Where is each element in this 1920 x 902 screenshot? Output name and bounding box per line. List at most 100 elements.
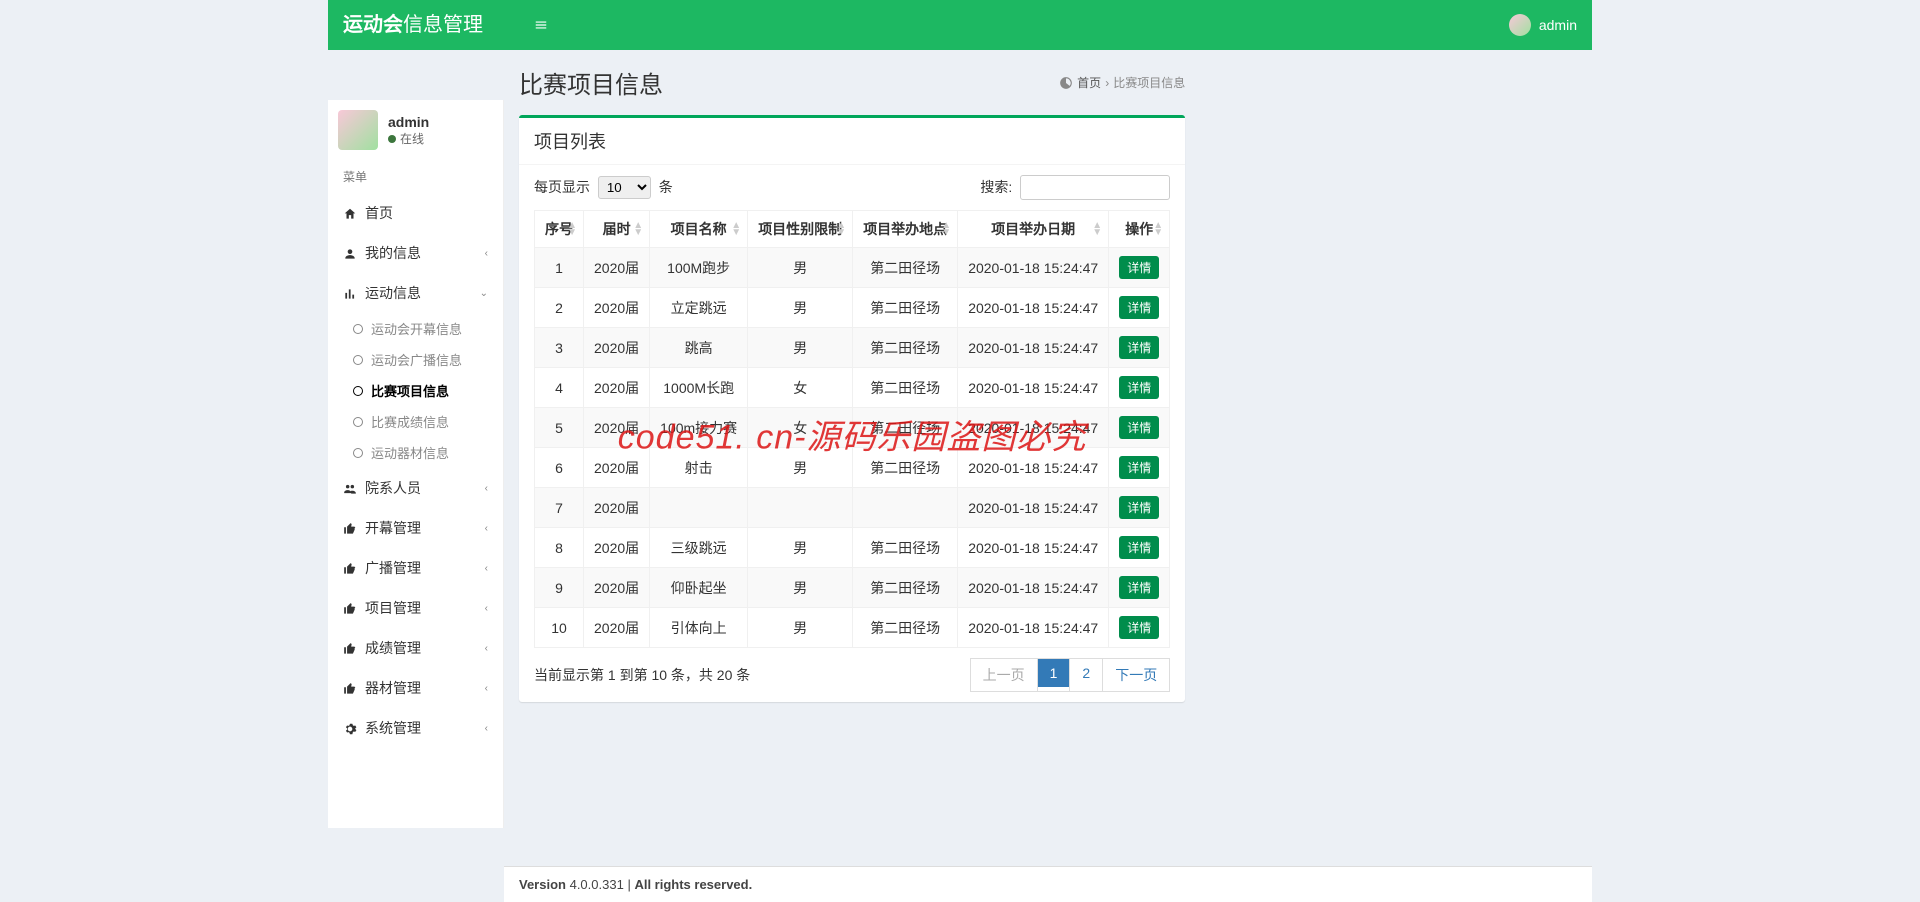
cell-name: 三级跳远	[650, 528, 748, 568]
column-header[interactable]: 届时▲▼	[584, 211, 650, 248]
header-username: admin	[1539, 17, 1577, 33]
thumb-icon	[343, 680, 357, 696]
thumb-icon	[343, 640, 357, 656]
detail-button[interactable]: 详情	[1119, 536, 1159, 559]
sidebar-subitem-broadcast[interactable]: 运动会广播信息	[328, 344, 503, 375]
chevron-left-icon: ‹	[485, 683, 488, 694]
circle-icon	[353, 355, 363, 365]
cell-name: 立定跳远	[650, 288, 748, 328]
chevron-down-icon: ⌄	[480, 288, 488, 299]
header-user-menu[interactable]: admin	[1509, 14, 1577, 36]
column-header[interactable]: 项目性别限制▲▼	[748, 211, 853, 248]
cell-gender: 男	[748, 608, 853, 648]
cell-date: 2020-01-18 15:24:47	[958, 528, 1109, 568]
table-row: 12020届100M跑步男第二田径场2020-01-18 15:24:47详情	[535, 248, 1170, 288]
cell-date: 2020-01-18 15:24:47	[958, 368, 1109, 408]
cell-name: 100m接力赛	[650, 408, 748, 448]
cell-place: 第二田径场	[853, 568, 958, 608]
column-header[interactable]: 项目举办日期▲▼	[958, 211, 1109, 248]
sidebar-item-score-mgmt[interactable]: 成绩管理‹	[328, 628, 503, 668]
cell-place: 第二田径场	[853, 248, 958, 288]
data-table: 序号▲▼届时▲▼项目名称▲▼项目性别限制▲▼项目举办地点▲▼项目举办日期▲▼操作…	[534, 210, 1170, 648]
footer-version-label: Version	[519, 877, 566, 892]
chevron-left-icon: ‹	[485, 563, 488, 574]
search-input[interactable]	[1020, 175, 1170, 200]
detail-button[interactable]: 详情	[1119, 496, 1159, 519]
cell-name: 跳高	[650, 328, 748, 368]
cell-session: 2020届	[584, 488, 650, 528]
sidebar-subitem-match-item[interactable]: 比赛项目信息	[328, 375, 503, 406]
page-2[interactable]: 2	[1070, 659, 1102, 687]
sidebar-item-equip-mgmt[interactable]: 器材管理‹	[328, 668, 503, 708]
page-next[interactable]: 下一页	[1103, 659, 1169, 691]
content-wrapper: 比赛项目信息 首页 › 比赛项目信息 项目列表 每页显示	[504, 50, 1200, 866]
detail-button[interactable]: 详情	[1119, 616, 1159, 639]
table-row: 22020届立定跳远男第二田径场2020-01-18 15:24:47详情	[535, 288, 1170, 328]
cell-idx: 2	[535, 288, 584, 328]
sidebar-item-item-mgmt[interactable]: 项目管理‹	[328, 588, 503, 628]
sidebar: admin 在线 菜单 首页我的信息‹运动信息⌄运动会开幕信息运动会广播信息比赛…	[328, 100, 504, 828]
sidebar-item-home[interactable]: 首页	[328, 193, 503, 233]
cell-name	[650, 488, 748, 528]
length-select[interactable]: 102550100	[598, 176, 651, 199]
detail-button[interactable]: 详情	[1119, 456, 1159, 479]
sidebar-subitem-label: 运动会开幕信息	[371, 319, 462, 338]
cell-place: 第二田径场	[853, 608, 958, 648]
cell-name: 100M跑步	[650, 248, 748, 288]
cell-session: 2020届	[584, 368, 650, 408]
cell-idx: 7	[535, 488, 584, 528]
sidebar-subitem-label: 运动器材信息	[371, 443, 449, 462]
detail-button[interactable]: 详情	[1119, 416, 1159, 439]
logo[interactable]: 运动会信息管理	[328, 0, 504, 50]
cell-action: 详情	[1109, 408, 1170, 448]
cell-action: 详情	[1109, 368, 1170, 408]
footer-rights: All rights reserved.	[634, 877, 752, 892]
detail-button[interactable]: 详情	[1119, 296, 1159, 319]
sidebar-item-open-mgmt[interactable]: 开幕管理‹	[328, 508, 503, 548]
cell-date: 2020-01-18 15:24:47	[958, 328, 1109, 368]
footer-version: 4.0.0.331	[570, 877, 624, 892]
cell-idx: 4	[535, 368, 584, 408]
detail-button[interactable]: 详情	[1119, 576, 1159, 599]
circle-icon	[353, 324, 363, 334]
box-header: 项目列表	[519, 118, 1185, 165]
sidebar-item-label: 运动信息	[365, 283, 421, 303]
home-icon	[343, 205, 357, 221]
sidebar-subitem-label: 比赛项目信息	[371, 381, 449, 400]
sort-icon: ▲▼	[941, 222, 951, 236]
datatable-length: 每页显示 102550100 条	[534, 176, 673, 199]
box-title: 项目列表	[534, 132, 606, 152]
detail-button[interactable]: 详情	[1119, 336, 1159, 359]
column-header[interactable]: 操作▲▼	[1109, 211, 1170, 248]
page-1[interactable]: 1	[1038, 659, 1070, 687]
cell-place: 第二田径场	[853, 528, 958, 568]
sidebar-item-myinfo[interactable]: 我的信息‹	[328, 233, 503, 273]
navbar: admin	[504, 1, 1592, 49]
sidebar-item-sports[interactable]: 运动信息 ⌄	[328, 273, 503, 313]
sort-icon: ▲▼	[567, 222, 577, 236]
detail-button[interactable]: 详情	[1119, 376, 1159, 399]
sidebar-item-label: 首页	[365, 203, 393, 223]
sidebar-item-broadcast-mgmt[interactable]: 广播管理‹	[328, 548, 503, 588]
cell-session: 2020届	[584, 448, 650, 488]
column-header[interactable]: 项目举办地点▲▼	[853, 211, 958, 248]
cell-gender: 男	[748, 328, 853, 368]
sidebar-item-label: 我的信息	[365, 243, 421, 263]
sidebar-username: admin	[388, 114, 429, 130]
detail-button[interactable]: 详情	[1119, 256, 1159, 279]
table-row: 52020届100m接力赛女第二田径场2020-01-18 15:24:47详情	[535, 408, 1170, 448]
sidebar-toggle[interactable]	[519, 1, 563, 49]
column-header[interactable]: 项目名称▲▼	[650, 211, 748, 248]
cell-gender: 男	[748, 528, 853, 568]
sidebar-subitem-opening[interactable]: 运动会开幕信息	[328, 313, 503, 344]
cell-action: 详情	[1109, 328, 1170, 368]
sidebar-item-faculty[interactable]: 院系人员‹	[328, 468, 503, 508]
table-body: 12020届100M跑步男第二田径场2020-01-18 15:24:47详情2…	[535, 248, 1170, 648]
sidebar-item-sys-mgmt[interactable]: 系统管理‹	[328, 708, 503, 748]
sidebar-subitem-scores[interactable]: 比赛成绩信息	[328, 406, 503, 437]
breadcrumb-home[interactable]: 首页	[1077, 74, 1101, 91]
table-row: 102020届引体向上男第二田径场2020-01-18 15:24:47详情	[535, 608, 1170, 648]
column-header[interactable]: 序号▲▼	[535, 211, 584, 248]
sidebar-subitem-equipment[interactable]: 运动器材信息	[328, 437, 503, 468]
cell-action: 详情	[1109, 528, 1170, 568]
